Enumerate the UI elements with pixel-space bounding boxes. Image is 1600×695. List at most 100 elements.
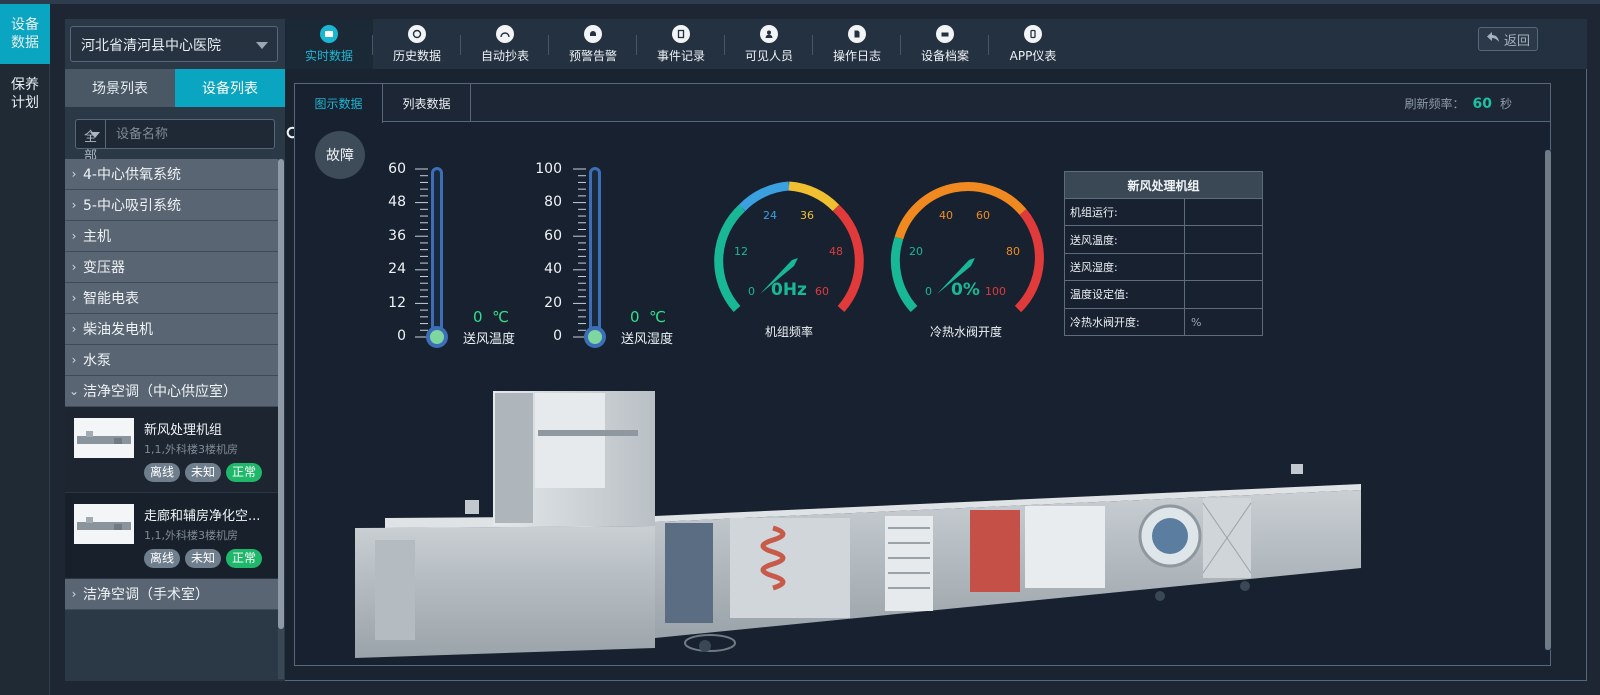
refresh-rate-value: 60 bbox=[1472, 95, 1492, 112]
panel-scrollbar[interactable] bbox=[1545, 150, 1551, 650]
tab-device-archive[interactable]: 设备档案 bbox=[901, 19, 989, 69]
refresh-rate-label: 刷新频率： bbox=[1404, 97, 1465, 111]
tab-auto-meter-reading[interactable]: 自动抄表 bbox=[461, 19, 549, 69]
thermo2-value: 0 ℃ bbox=[630, 308, 666, 326]
tab-label: APP仪表 bbox=[1009, 48, 1057, 63]
thermo1-value-number: 0 bbox=[473, 308, 483, 326]
info-value: % bbox=[1191, 315, 1202, 329]
gauge-arc bbox=[788, 181, 840, 212]
gauge1-tick: 60 bbox=[815, 285, 829, 298]
thermometer-supply-humidity bbox=[528, 160, 618, 350]
tree-group[interactable]: › 智能电表 bbox=[65, 283, 278, 314]
tab-operation-log[interactable]: 操作日志 bbox=[813, 19, 901, 69]
tab-label: 可见人员 bbox=[744, 48, 793, 63]
tab-device-list[interactable]: 设备列表 bbox=[175, 69, 285, 107]
info-key: 温度设定值: bbox=[1065, 281, 1185, 308]
chevron-down-icon bbox=[90, 132, 101, 138]
back-arrow-icon bbox=[1486, 31, 1500, 47]
info-value bbox=[1185, 226, 1262, 252]
sidebar-scrollbar-thumb[interactable] bbox=[278, 159, 284, 629]
tab-scene-list[interactable]: 场景列表 bbox=[65, 69, 175, 107]
tree-group-label: 洁净空调（手术室） bbox=[83, 587, 209, 603]
info-key: 机组运行: bbox=[1065, 199, 1185, 226]
tab-event-log[interactable]: 事件记录 bbox=[637, 19, 725, 69]
info-table-row: 冷热水阀开度:% bbox=[1065, 308, 1262, 336]
device-thumbnail bbox=[74, 504, 134, 544]
leftnav-device-data[interactable]: 设备数据 bbox=[0, 4, 50, 64]
gauge1-tick: 48 bbox=[829, 245, 843, 258]
thermo1-tick: 24 bbox=[388, 261, 406, 277]
fault-indicator[interactable]: 故障 bbox=[315, 131, 365, 179]
gauge1-tick: 0 bbox=[748, 285, 755, 298]
search-scope-select[interactable]: 全部 bbox=[76, 120, 107, 164]
tab-label: 自动抄表 bbox=[480, 48, 529, 63]
status-badge-unknown: 未知 bbox=[185, 549, 222, 568]
chevron-down-icon bbox=[256, 42, 268, 49]
device-item[interactable]: 新风处理机组 1,1,外科楼3楼机房 离线 未知 正常 bbox=[65, 407, 278, 493]
tree-group-label: 洁净空调（中心供应室） bbox=[83, 384, 237, 400]
info-key: 送风温度: bbox=[1065, 226, 1185, 253]
tree-group-expanded[interactable]: ⌄ 洁净空调（中心供应室） bbox=[65, 376, 278, 407]
tree-group-label: 5-中心吸引系统 bbox=[83, 198, 181, 214]
tree-group[interactable]: › 4-中心供氧系统 bbox=[65, 159, 278, 190]
tab-label: 设备档案 bbox=[920, 48, 969, 63]
leftnav-maintenance-plan[interactable]: 保养计划 bbox=[0, 64, 50, 124]
tab-graphic-data[interactable]: 图示数据 bbox=[295, 84, 383, 123]
thermo1-tick: 12 bbox=[388, 295, 406, 311]
thermo1-tick: 0 bbox=[397, 328, 406, 344]
user-icon bbox=[760, 24, 778, 43]
tab-app-meter[interactable]: APP仪表 bbox=[989, 19, 1077, 69]
tree-group-label: 4-中心供氧系统 bbox=[83, 167, 181, 183]
thermometer-graphic bbox=[573, 167, 606, 348]
panel-scrollbar-thumb[interactable] bbox=[1545, 150, 1551, 650]
gauge2-tick: 40 bbox=[939, 209, 953, 222]
meter-icon bbox=[496, 24, 514, 43]
chevron-right-icon: › bbox=[71, 291, 77, 305]
tree-group[interactable]: › 水泵 bbox=[65, 345, 278, 376]
chevron-right-icon: › bbox=[71, 167, 77, 181]
info-table-row: 送风温度: bbox=[1065, 226, 1262, 254]
thermo2-label: 送风湿度 bbox=[621, 332, 674, 347]
tab-history-data[interactable]: 历史数据 bbox=[373, 19, 461, 69]
gauge1-tick: 36 bbox=[800, 209, 814, 222]
history-icon bbox=[408, 24, 426, 43]
tree-group-label: 变压器 bbox=[83, 260, 125, 276]
tree-group[interactable]: › 主机 bbox=[65, 221, 278, 252]
search-input[interactable] bbox=[106, 121, 287, 147]
tree-group[interactable]: › 5-中心吸引系统 bbox=[65, 190, 278, 221]
sidebar-scrollbar[interactable] bbox=[278, 159, 284, 679]
thermo2-tick: 0 bbox=[553, 328, 562, 344]
tree-group[interactable]: › 柴油发电机 bbox=[65, 314, 278, 345]
top-tabs: 实时数据 历史数据 自动抄表 预警告警 事件记录 可见人员 操作日志 设备档案 … bbox=[285, 19, 1587, 69]
thermometer-supply-temp bbox=[370, 160, 460, 350]
air-handling-unit-illustration bbox=[355, 388, 1365, 660]
thermo1-tick: 48 bbox=[388, 194, 406, 210]
hospital-select-value: 河北省清河县中心医院 bbox=[81, 38, 221, 54]
gauge-arc bbox=[832, 204, 864, 312]
document-icon bbox=[672, 24, 690, 43]
status-badge-normal: 正常 bbox=[226, 549, 263, 568]
tab-warning-alarm[interactable]: 预警告警 bbox=[549, 19, 637, 69]
status-badge-normal: 正常 bbox=[226, 463, 263, 482]
back-button[interactable]: 返回 bbox=[1478, 27, 1538, 51]
tab-list-data[interactable]: 列表数据 bbox=[383, 84, 471, 122]
back-button-label: 返回 bbox=[1503, 33, 1530, 49]
tab-realtime-data[interactable]: 实时数据 bbox=[285, 19, 373, 69]
info-value bbox=[1185, 254, 1262, 280]
hospital-select[interactable]: 河北省清河县中心医院 bbox=[70, 26, 278, 62]
thermo2-tick: 60 bbox=[544, 228, 562, 244]
file-icon bbox=[848, 24, 866, 43]
tab-label: 预警告警 bbox=[568, 48, 617, 63]
tree-group[interactable]: › 洁净空调（手术室） bbox=[65, 579, 278, 610]
gauge2-tick: 0 bbox=[925, 285, 932, 298]
thermometer-scale bbox=[415, 168, 428, 338]
status-badge-offline: 离线 bbox=[144, 463, 181, 482]
tree-group[interactable]: › 变压器 bbox=[65, 252, 278, 283]
tree-group-label: 柴油发电机 bbox=[83, 322, 153, 338]
tab-visible-personnel[interactable]: 可见人员 bbox=[725, 19, 813, 69]
device-item[interactable]: 走廊和辅房净化空... 1,1,外科楼3楼机房 离线 未知 正常 bbox=[65, 493, 278, 579]
tab-label: 实时数据 bbox=[304, 48, 353, 63]
thermo1-value: 0 ℃ bbox=[473, 308, 509, 326]
gauge-arc bbox=[894, 181, 1027, 240]
monitor-icon bbox=[320, 24, 338, 43]
